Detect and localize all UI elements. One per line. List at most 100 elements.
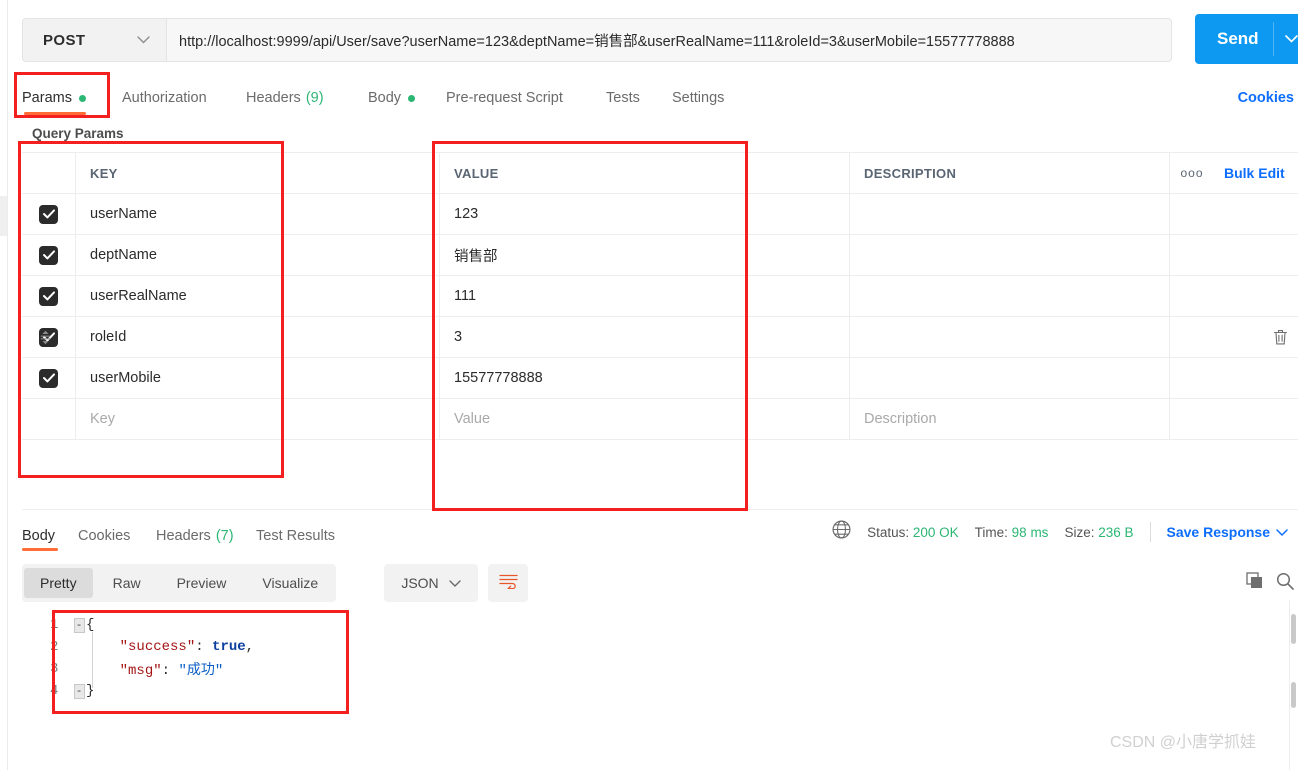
row-description-input[interactable]: [850, 235, 1170, 275]
copy-response-button[interactable]: [1246, 572, 1264, 595]
send-button[interactable]: Send: [1195, 14, 1298, 64]
scrollbar-thumb-lower[interactable]: [1291, 682, 1296, 708]
table-row[interactable]: roleId 3: [22, 317, 1298, 358]
tab-headers-label: Headers: [246, 90, 301, 106]
row-actions: [1214, 276, 1298, 316]
row-key-input[interactable]: roleId: [76, 317, 440, 357]
tab-authorization[interactable]: Authorization: [122, 78, 207, 118]
new-description-input[interactable]: Description: [850, 399, 1170, 439]
unsaved-dot-icon: [78, 94, 86, 102]
drag-handle-icon[interactable]: [40, 330, 51, 348]
row-key-input[interactable]: userMobile: [76, 358, 440, 398]
row-value-input[interactable]: 111: [440, 276, 850, 316]
row-value-input[interactable]: 3: [440, 317, 850, 357]
header-cell-check: [22, 153, 76, 193]
row-checkbox[interactable]: [22, 358, 76, 398]
row-spacer: [1170, 276, 1214, 316]
table-row[interactable]: userMobile 15577778888: [22, 358, 1298, 399]
response-tab-headers[interactable]: Headers (7): [156, 516, 234, 556]
new-value-input[interactable]: Value: [440, 399, 850, 439]
line-number: 1: [50, 617, 59, 633]
row-checkbox[interactable]: [22, 276, 76, 316]
tab-tests-label: Tests: [606, 90, 640, 106]
http-method-label: POST: [43, 31, 86, 49]
delete-row-button[interactable]: [1273, 329, 1288, 351]
row-spacer: [1170, 317, 1214, 357]
header-cell-key: KEY: [76, 153, 440, 193]
row-description-input[interactable]: [850, 194, 1170, 234]
new-key-input[interactable]: Key: [76, 399, 440, 439]
vertical-scrollbar[interactable]: [1289, 600, 1298, 770]
row-description-input[interactable]: [850, 358, 1170, 398]
table-row-empty[interactable]: Key Value Description: [22, 399, 1298, 440]
table-header-row: KEY VALUE DESCRIPTION ooo Bulk Edit: [22, 153, 1298, 194]
row-value-input[interactable]: 123: [440, 194, 850, 234]
row-spacer: [1170, 235, 1214, 275]
http-method-selector[interactable]: POST: [22, 18, 166, 62]
code-line: 3 "msg": "成功": [50, 658, 254, 680]
tab-tests[interactable]: Tests: [606, 78, 640, 118]
tab-headers[interactable]: Headers (9): [246, 78, 324, 118]
checkbox-checked-icon: [39, 245, 58, 265]
row-actions: [1214, 358, 1298, 398]
code-line: 2 "success": true,: [50, 636, 254, 658]
viewer-tab-preview[interactable]: Preview: [161, 568, 243, 598]
table-row[interactable]: userRealName 111: [22, 276, 1298, 317]
code-line: 4 - }: [50, 680, 254, 702]
table-row[interactable]: deptName 销售部: [22, 235, 1298, 276]
response-tab-test-results[interactable]: Test Results: [256, 516, 335, 556]
viewer-tab-pretty[interactable]: Pretty: [24, 568, 93, 598]
watermark: CSDN @小唐学抓娃: [1109, 734, 1256, 751]
row-key-input[interactable]: userRealName: [76, 276, 440, 316]
status-divider: [1149, 522, 1151, 542]
tab-body-label: Body: [368, 90, 402, 106]
row-spacer: [1170, 194, 1214, 234]
row-description-input[interactable]: [850, 317, 1170, 357]
cookies-link[interactable]: Cookies: [1238, 78, 1294, 118]
row-value-input[interactable]: 15577778888: [440, 358, 850, 398]
save-response-button[interactable]: Save Response: [1167, 524, 1289, 540]
globe-icon: [832, 520, 851, 544]
tab-settings[interactable]: Settings: [672, 78, 724, 118]
url-input[interactable]: http://localhost:9999/api/User/save?user…: [166, 18, 1172, 62]
send-options-chevron-down-icon[interactable]: [1285, 30, 1298, 48]
chevron-down-icon: [137, 31, 150, 49]
table-more-options-button[interactable]: ooo: [1170, 153, 1214, 193]
response-tab-body-underline: [22, 548, 58, 551]
response-size: Size: 236 B: [1064, 524, 1134, 540]
fold-toggle[interactable]: -: [72, 617, 86, 633]
status-code: Status: 200 OK: [867, 524, 959, 540]
header-cell-description: DESCRIPTION: [850, 153, 1170, 193]
search-response-button[interactable]: [1276, 572, 1294, 595]
sidebar-collapse-nub[interactable]: [0, 196, 7, 236]
row-checkbox-empty[interactable]: [22, 399, 76, 439]
row-actions: [1214, 399, 1298, 439]
tab-headers-count: (9): [305, 90, 324, 106]
row-value-input[interactable]: 销售部: [440, 235, 850, 275]
row-spacer: [1170, 399, 1214, 439]
row-checkbox[interactable]: [22, 194, 76, 234]
request-tab-bar: Params Authorization Headers (9) Body Pr…: [0, 78, 1298, 118]
table-row[interactable]: userName 123: [22, 194, 1298, 235]
response-body-code[interactable]: 1 - { 2 "success": true, 3 "msg": "成功" 4…: [50, 614, 254, 702]
viewer-tab-raw[interactable]: Raw: [97, 568, 157, 598]
tab-params-underline: [24, 112, 86, 115]
fold-toggle[interactable]: -: [72, 683, 86, 699]
scrollbar-thumb-upper[interactable]: [1291, 614, 1296, 644]
send-divider: [1273, 22, 1274, 56]
checkbox-checked-icon: [39, 286, 58, 306]
query-params-table: KEY VALUE DESCRIPTION ooo Bulk Edit user…: [22, 152, 1298, 440]
row-description-input[interactable]: [850, 276, 1170, 316]
tab-pre-request-script[interactable]: Pre-request Script: [446, 78, 563, 118]
row-key-input[interactable]: userName: [76, 194, 440, 234]
row-key-input[interactable]: deptName: [76, 235, 440, 275]
tab-settings-label: Settings: [672, 90, 725, 106]
viewer-tab-visualize[interactable]: Visualize: [246, 568, 334, 598]
tab-pre-request-script-label: Pre-request Script: [446, 90, 563, 106]
tab-body[interactable]: Body: [368, 78, 416, 118]
row-checkbox[interactable]: [22, 235, 76, 275]
response-tab-cookies[interactable]: Cookies: [78, 516, 130, 556]
bulk-edit-button[interactable]: Bulk Edit: [1214, 153, 1298, 193]
response-format-selector[interactable]: JSON: [384, 564, 478, 602]
wrap-lines-button[interactable]: [488, 564, 528, 602]
